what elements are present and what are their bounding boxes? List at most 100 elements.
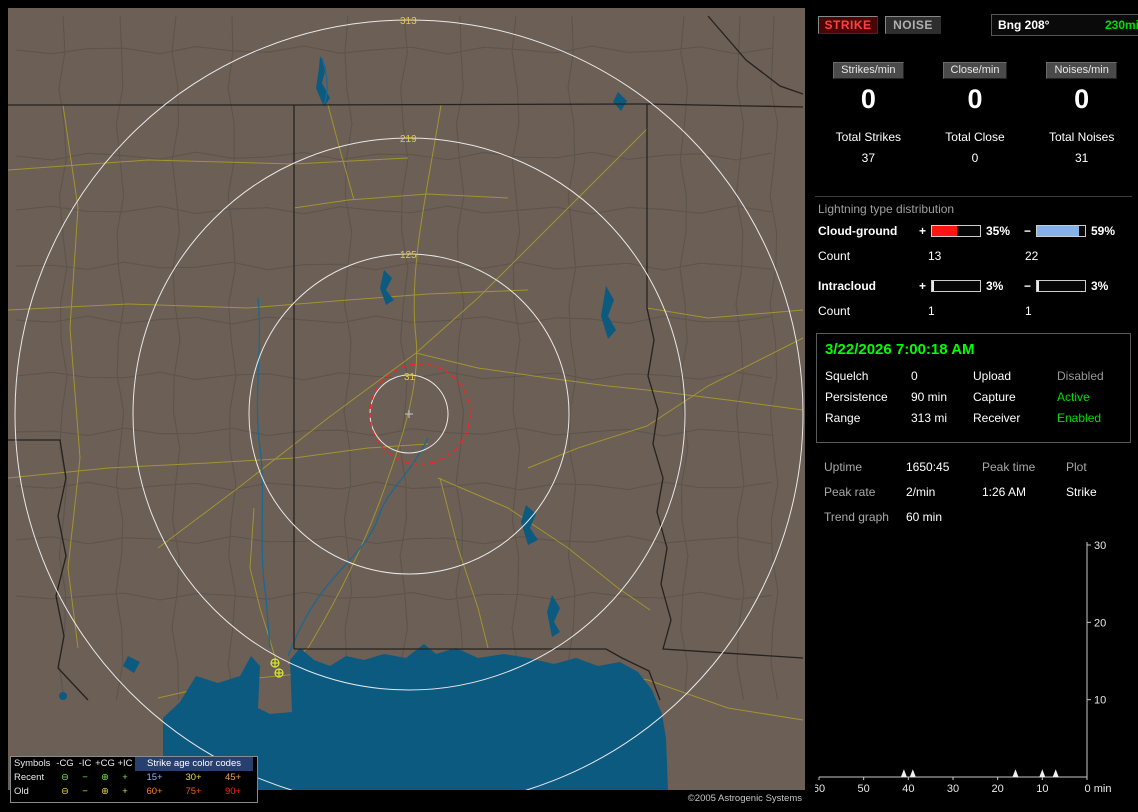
noise-indicator-button[interactable]: NOISE [885,16,941,34]
ic-minus-pct: 3% [1091,279,1109,293]
cg-minus-count: 22 [1025,249,1039,263]
neg-cg-old-icon: ⊖ [61,786,69,797]
noises-per-min-label: Noises/min [1046,62,1117,79]
clock-timestamp: 3/22/2026 7:00:18 AM [825,341,975,358]
legend-col-pos-ic: +IC [117,758,133,769]
cloud-ground-label: Cloud-ground [818,224,898,238]
upload-label: Upload [973,369,1012,383]
pos-cg-old-icon: ⊕ [101,786,109,797]
capture-value: Active [1057,390,1090,404]
uptime-value: 1650:45 [906,460,950,474]
age-60: 60+ [146,786,163,797]
strikes-per-min-label: Strikes/min [833,62,904,79]
ring-label-125: 125 [400,250,417,261]
map-canvas[interactable]: 313 219 125 31 [8,8,805,790]
ring-label-313: 313 [400,16,417,27]
age-75: 75+ [185,786,202,797]
intracloud-label: Intracloud [818,279,877,293]
ring-label-219: 219 [400,134,417,145]
bearing-display: Bng 208° 230mi [991,14,1138,36]
squelch-value: 0 [911,369,918,383]
rate-stats: Strikes/min 0 Total Strikes 37 Close/min… [815,62,1135,165]
persistence-value: 90 min [911,390,948,404]
svg-text:20: 20 [1094,617,1106,629]
ic-minus-count: 1 [1025,304,1032,318]
squelch-label: Squelch [825,369,869,383]
legend-row-old-label: Old [14,786,29,797]
nexstorm-app: { "colors": { "green": "#00dd00", "brigh… [0,0,1138,812]
lightning-map[interactable]: 313 219 125 31 Symbols -CG -IC +CG +IC S… [8,8,805,804]
svg-text:0 min: 0 min [1085,783,1112,795]
age-30: 30+ [185,772,202,783]
bearing-range: 230mi [1104,18,1138,32]
svg-text:50: 50 [858,783,870,795]
total-close-label: Total Close [945,130,1005,144]
total-strikes-value: 37 [861,151,875,165]
plot-value: Strike [1066,485,1097,499]
strikes-per-min-column: Strikes/min 0 Total Strikes 37 [815,62,922,165]
upload-value: Disabled [1057,369,1104,383]
age-15: 15+ [146,772,163,783]
neg-cg-recent-icon: ⊖ [61,772,69,783]
bearing-label: Bng 208° [998,18,1050,32]
count-label: Count [818,249,851,263]
legend-box: Symbols -CG -IC +CG +IC Strike age color… [10,756,258,803]
noises-per-min-value: 0 [1074,84,1090,114]
strikes-per-min-value: 0 [860,84,876,114]
close-per-min-column: Close/min 0 Total Close 0 [922,62,1029,165]
plus-sign: + [919,279,927,293]
peak-rate-label: Peak rate [824,485,876,499]
cg-strike-icon [274,668,284,678]
strike-indicator-button[interactable]: STRIKE [818,16,878,34]
age-45: 45+ [224,772,242,783]
svg-text:60: 60 [815,783,825,795]
svg-text:10: 10 [1094,695,1106,707]
range-value: 313 mi [911,411,948,425]
minus-sign: − [1024,279,1032,293]
cg-plus-pct: 35% [986,224,1011,238]
cloud-ground-count-row: Count 13 22 [818,249,1038,263]
uptime-label: Uptime [824,460,863,474]
cloud-ground-row: Cloud-ground + 35% − 59% [818,224,1132,238]
peak-rate-value: 2/min [906,485,936,499]
persistence-label: Persistence [825,390,888,404]
neg-ic-recent-icon: − [82,772,88,783]
copyright-text: ©2005 Astrogenic Systems [687,793,802,804]
count-label: Count [818,304,851,318]
legend-symbols-header: Symbols [14,758,51,769]
pos-cg-recent-icon: ⊕ [101,772,109,783]
noises-per-min-column: Noises/min 0 Total Noises 31 [1028,62,1135,165]
total-strikes-label: Total Strikes [835,130,901,144]
close-per-min-value: 0 [967,84,983,114]
legend-age-header: Strike age color codes [135,757,253,771]
svg-text:30: 30 [1094,540,1106,552]
total-noises-label: Total Noises [1048,130,1115,144]
receiver-label: Receiver [973,411,1021,425]
ic-plus-count: 1 [928,304,935,318]
plus-sign: + [919,224,927,238]
ic-plus-pct: 3% [986,279,1004,293]
legend-col-neg-cg: -CG [56,758,74,769]
peak-time-label: Peak time [982,460,1036,474]
cg-plus-count: 13 [928,249,942,263]
distribution-title: Lightning type distribution [818,202,955,216]
ic-minus-bar [1036,280,1086,292]
minus-sign: − [1024,224,1032,238]
svg-text:10: 10 [1036,783,1048,795]
peak-time-value: 1:26 AM [982,485,1027,499]
intracloud-count-row: Count 1 1 [818,304,1032,318]
session-info: Uptime 1650:45 Peak time Plot Peak rate … [824,460,1132,524]
trend-graph-label: Trend graph [824,510,889,524]
intracloud-row: Intracloud + 3% − 3% [818,279,1132,293]
ring-label-31: 31 [404,372,416,383]
trend-graph-value: 60 min [906,510,943,524]
age-90: 90+ [224,786,242,797]
receiver-value: Enabled [1057,411,1102,425]
capture-label: Capture [973,390,1016,404]
svg-text:40: 40 [902,783,914,795]
total-close-value: 0 [971,151,979,165]
cg-strike-icon [270,658,280,668]
close-per-min-label: Close/min [942,62,1008,79]
total-noises-value: 31 [1074,151,1089,165]
cg-minus-pct: 59% [1091,224,1116,238]
